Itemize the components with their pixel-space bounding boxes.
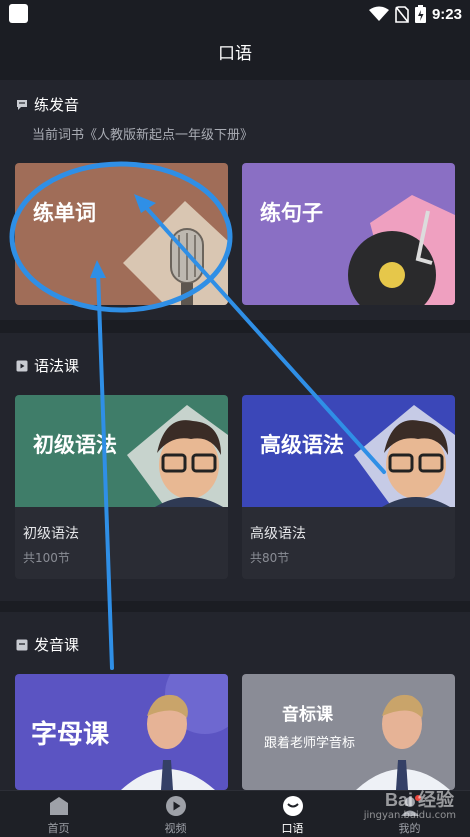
lesson-count: 共80节: [250, 551, 290, 565]
card-info: 高级语法 共80节: [242, 507, 455, 579]
alphabet-course-card[interactable]: 字母课: [15, 674, 228, 790]
tab-label: 我的: [398, 822, 421, 835]
home-icon: [50, 797, 68, 815]
card-label: 初级语法: [33, 433, 117, 457]
title-bar: 口语: [0, 28, 470, 74]
no-sim-icon: [395, 5, 409, 23]
clock: 9:23: [431, 5, 462, 23]
grammar-section: 语法课 初级语法 初级语法 共100节 高级语法 高级语法 共80节: [0, 333, 470, 601]
card-label: 字母课: [31, 720, 110, 750]
course-title: 初级语法: [23, 526, 79, 542]
card-sublabel: 跟着老师学音标: [264, 736, 356, 751]
current-book[interactable]: 当前词书《人教版新起点一年级下册》: [32, 124, 253, 143]
notification-icon: [9, 4, 28, 23]
phonics-header: 发音课: [16, 634, 79, 655]
status-icons: 9:23: [368, 4, 462, 24]
status-bar: 9:23: [0, 0, 470, 28]
microphone-illustration: [123, 201, 228, 305]
section-title: 语法课: [34, 357, 80, 375]
tab-label: 口语: [281, 822, 304, 835]
card-label: 高级语法: [260, 433, 344, 457]
play-icon: [166, 796, 186, 816]
phonics-section: 发音课 字母课 音标课 跟着老师学音标: [0, 612, 470, 790]
wifi-icon: [368, 6, 389, 21]
tab-label: 视频: [164, 822, 187, 835]
advanced-grammar-card[interactable]: 高级语法 高级语法 共80节: [242, 395, 455, 579]
card-info: 初级语法 共100节: [15, 507, 228, 579]
card-label: 练句子: [260, 201, 323, 225]
lesson-count: 共100节: [23, 551, 70, 565]
card-label: 音标课: [282, 705, 333, 725]
play-square-icon: [16, 360, 28, 371]
tab-video[interactable]: 视频: [117, 791, 234, 837]
section-title: 练发音: [34, 96, 80, 114]
tab-label: 首页: [47, 822, 70, 835]
phonetics-course-card[interactable]: 音标课 跟着老师学音标: [242, 674, 455, 790]
watermark-url: jingyan.baidu.com: [363, 810, 456, 821]
page-title: 口语: [218, 43, 252, 64]
course-title: 高级语法: [250, 526, 306, 542]
book-icon: [16, 639, 28, 650]
tab-speaking[interactable]: 口语: [234, 791, 351, 837]
watermark-logo: Bai 经验: [384, 790, 454, 810]
practice-sentences-card[interactable]: 练句子: [242, 163, 455, 305]
section-title: 发音课: [34, 636, 80, 654]
basic-grammar-card[interactable]: 初级语法 初级语法 共100节: [15, 395, 228, 579]
speech-bubble-icon: [17, 99, 27, 110]
battery-icon: [414, 5, 426, 23]
vinyl-record-illustration: [348, 195, 455, 305]
practice-header: 练发音: [16, 94, 79, 115]
chat-icon: [283, 796, 303, 816]
card-label: 练单词: [33, 201, 96, 225]
grammar-header: 语法课: [16, 355, 79, 376]
practice-words-card[interactable]: 练单词: [15, 163, 228, 305]
practice-section: 练发音 当前词书《人教版新起点一年级下册》 练单词 练句子: [0, 80, 470, 320]
tab-home[interactable]: 首页: [0, 791, 117, 837]
